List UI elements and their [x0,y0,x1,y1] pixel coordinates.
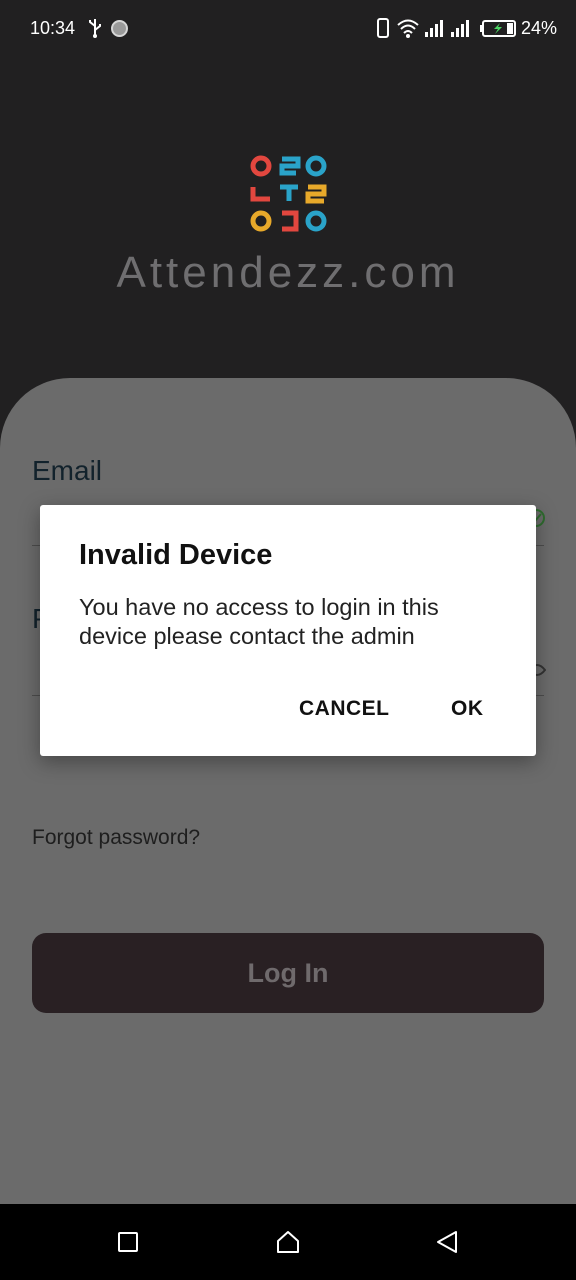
usb-icon [89,19,101,38]
dialog-title: Invalid Device [79,539,273,571]
dialog-message: You have no access to login in this devi… [79,594,439,649]
email-label: Email [32,455,103,486]
status-bar: 10:34 24% [0,0,576,58]
screen: 10:34 24% Attendezz.com Email Forgot pas… [0,0,576,1280]
signal-icon [451,20,469,37]
recent-apps-icon[interactable] [118,1232,138,1252]
home-icon[interactable] [276,1230,300,1254]
battery-percentage: 24% [521,18,558,38]
forgot-password-link[interactable]: Forgot password? [32,826,200,850]
back-icon[interactable] [436,1230,458,1254]
ok-button[interactable]: OK [451,697,484,721]
invalid-device-dialog: Invalid Device You have no access to log… [40,505,536,756]
cancel-button[interactable]: CANCEL [299,697,390,721]
login-button[interactable]: Log In [32,933,544,1013]
signal-icon [425,20,443,37]
navigation-bar [0,1204,576,1280]
circle-icon [111,20,128,37]
wifi-icon [397,19,419,38]
phone-icon [377,18,389,38]
login-card [0,378,576,1204]
battery-charging-icon [480,20,516,37]
attendezz-logo-icon [250,155,327,232]
brand-name: Attendezz.com [116,248,460,297]
status-time: 10:34 [30,18,76,38]
